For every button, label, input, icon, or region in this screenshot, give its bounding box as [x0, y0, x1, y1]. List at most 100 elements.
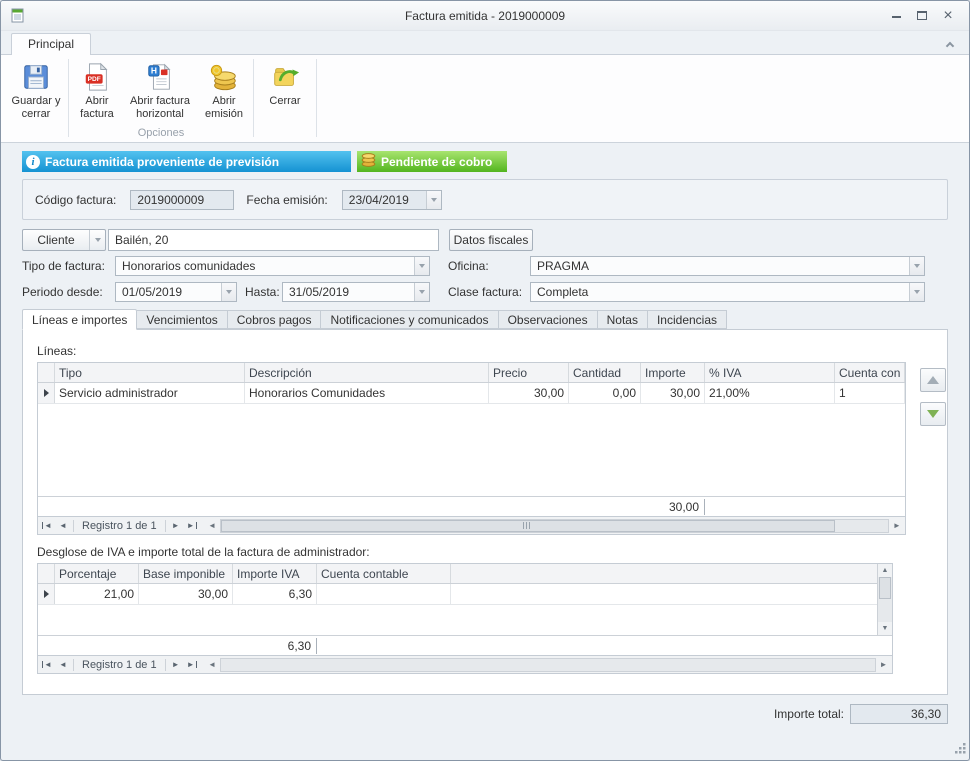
detail-tabs: Líneas e importes Vencimientos Cobros pa…	[22, 309, 948, 329]
cerrar-button[interactable]: Cerrar	[257, 57, 313, 111]
dropdown-arrow-icon[interactable]	[909, 283, 924, 301]
dropdown-arrow-icon[interactable]	[89, 230, 105, 250]
vscrollbar-track[interactable]	[878, 577, 892, 622]
codigo-factura-field[interactable]: 2019000009	[130, 190, 234, 210]
next-record-button[interactable]: ►	[168, 518, 184, 534]
vertical-scrollbar[interactable]: ▲ ▼	[877, 564, 892, 635]
scroll-right-button[interactable]: ►	[889, 519, 904, 533]
column-header-cuenta-contable[interactable]: Cuenta con	[835, 363, 905, 382]
column-header-iva[interactable]: % IVA	[705, 363, 835, 382]
row-selector[interactable]	[38, 383, 55, 403]
horizontal-scrollbar[interactable]: ◄ ►	[205, 657, 891, 673]
scrollbar-track[interactable]	[220, 658, 876, 672]
column-header-importe[interactable]: Importe	[641, 363, 705, 382]
tab-lineas-e-importes[interactable]: Líneas e importes	[22, 309, 137, 330]
table-row[interactable]: 21,00 30,00 6,30	[38, 584, 892, 605]
cliente-button[interactable]: Cliente	[22, 229, 106, 251]
dropdown-arrow-icon[interactable]	[909, 257, 924, 275]
move-line-down-button[interactable]	[920, 402, 946, 426]
tab-cobros-pagos[interactable]: Cobros pagos	[228, 310, 322, 329]
column-header-porcentaje[interactable]: Porcentaje	[55, 564, 139, 583]
clase-factura-combo[interactable]: Completa	[530, 282, 925, 302]
cell-tipo[interactable]: Servicio administrador	[55, 383, 245, 403]
oficina-combo[interactable]: PRAGMA	[530, 256, 925, 276]
minimize-button[interactable]	[883, 6, 909, 26]
periodo-desde-label: Periodo desde:	[22, 285, 103, 299]
titlebar[interactable]: Factura emitida - 2019000009 ×	[1, 1, 969, 31]
table-row[interactable]: Servicio administrador Honorarios Comuni…	[38, 383, 905, 404]
cell-importe-iva[interactable]: 6,30	[233, 584, 317, 604]
scrollbar-track[interactable]	[220, 519, 890, 533]
column-header-cuenta-contable[interactable]: Cuenta contable	[317, 564, 451, 583]
scroll-left-button[interactable]: ◄	[205, 519, 220, 533]
abrir-factura-button[interactable]: PDF Abrir factura	[72, 57, 122, 123]
first-record-button[interactable]: ◄	[39, 518, 55, 534]
cell-cuenta-contable[interactable]	[317, 584, 451, 604]
ribbon-group-cerrar: Cerrar	[257, 57, 313, 142]
maximize-button[interactable]	[909, 6, 935, 26]
periodo-desde-combo[interactable]: 01/05/2019	[115, 282, 237, 302]
horizontal-scrollbar[interactable]: ◄ ►	[205, 518, 905, 534]
dropdown-arrow-icon[interactable]	[414, 283, 429, 301]
current-row-icon	[44, 590, 49, 598]
column-header-tipo[interactable]: Tipo	[55, 363, 245, 382]
move-line-up-button[interactable]	[920, 368, 946, 392]
scroll-down-button[interactable]: ▼	[878, 622, 892, 635]
cell-importe[interactable]: 30,00	[641, 383, 705, 403]
last-record-button[interactable]: ►	[184, 657, 200, 673]
first-record-button[interactable]: ◄	[39, 657, 55, 673]
tab-vencimientos[interactable]: Vencimientos	[137, 310, 227, 329]
cell-porcentaje[interactable]: 21,00	[55, 584, 139, 604]
cliente-direccion-field[interactable]: Bailén, 20	[108, 229, 439, 251]
abrir-factura-horizontal-button[interactable]: H Abrir factura horizontal	[122, 57, 198, 123]
column-header-importe-iva[interactable]: Importe IVA	[233, 564, 317, 583]
close-button[interactable]: ×	[935, 6, 961, 26]
datos-fiscales-button[interactable]: Datos fiscales	[449, 229, 533, 251]
cell-precio[interactable]: 30,00	[489, 383, 569, 403]
column-header-precio[interactable]: Precio	[489, 363, 569, 382]
resize-grip[interactable]	[955, 743, 966, 757]
importe-total-field[interactable]: 36,30	[850, 704, 948, 724]
fecha-emision-combo[interactable]: 23/04/2019	[342, 190, 442, 210]
cell-filler	[451, 584, 892, 604]
scroll-right-button[interactable]: ►	[876, 658, 891, 672]
prev-record-button[interactable]: ◄	[55, 518, 71, 534]
scroll-up-button[interactable]: ▲	[878, 564, 892, 577]
banner-text: Pendiente de cobro	[381, 155, 492, 169]
ribbon-collapse-button[interactable]	[941, 40, 959, 49]
vscrollbar-thumb[interactable]	[879, 577, 891, 599]
guardar-y-cerrar-button[interactable]: Guardar y cerrar	[7, 57, 65, 123]
tab-incidencias[interactable]: Incidencias	[648, 310, 727, 329]
cell-cuenta[interactable]: 1	[835, 383, 905, 403]
grid-summary-row: 6,30	[38, 635, 892, 655]
dropdown-arrow-icon[interactable]	[426, 191, 441, 209]
app-window: Factura emitida - 2019000009 × Principal…	[0, 0, 970, 761]
last-record-icon: ►	[187, 522, 195, 530]
tab-observaciones[interactable]: Observaciones	[499, 310, 598, 329]
scroll-left-button[interactable]: ◄	[205, 658, 220, 672]
ribbon-tab-principal[interactable]: Principal	[11, 33, 91, 55]
column-header-descripcion[interactable]: Descripción	[245, 363, 489, 382]
ribbon-tabstrip: Principal	[1, 31, 969, 54]
dropdown-arrow-icon[interactable]	[221, 283, 236, 301]
cell-base-imponible[interactable]: 30,00	[139, 584, 233, 604]
column-header-cantidad[interactable]: Cantidad	[569, 363, 641, 382]
abrir-emision-button[interactable]: Abrir emisión	[198, 57, 250, 123]
cell-cantidad[interactable]: 0,00	[569, 383, 641, 403]
tab-notas[interactable]: Notas	[598, 310, 648, 329]
tab-notificaciones[interactable]: Notificaciones y comunicados	[321, 310, 498, 329]
window-controls: ×	[883, 6, 961, 26]
hasta-combo[interactable]: 31/05/2019	[282, 282, 430, 302]
scroll-left-icon: ◄	[208, 661, 216, 669]
scrollbar-thumb[interactable]	[221, 520, 835, 532]
prev-record-button[interactable]: ◄	[55, 657, 71, 673]
cell-iva[interactable]: 21,00%	[705, 383, 835, 403]
next-record-button[interactable]: ►	[168, 657, 184, 673]
row-selector[interactable]	[38, 584, 55, 604]
column-header-base-imponible[interactable]: Base imponible	[139, 564, 233, 583]
last-record-button[interactable]: ►	[184, 518, 200, 534]
dropdown-arrow-icon[interactable]	[414, 257, 429, 275]
tipo-factura-combo[interactable]: Honorarios comunidades	[115, 256, 430, 276]
cell-descripcion[interactable]: Honorarios Comunidades	[245, 383, 489, 403]
ribbon-group-caption: Opciones	[72, 127, 250, 142]
